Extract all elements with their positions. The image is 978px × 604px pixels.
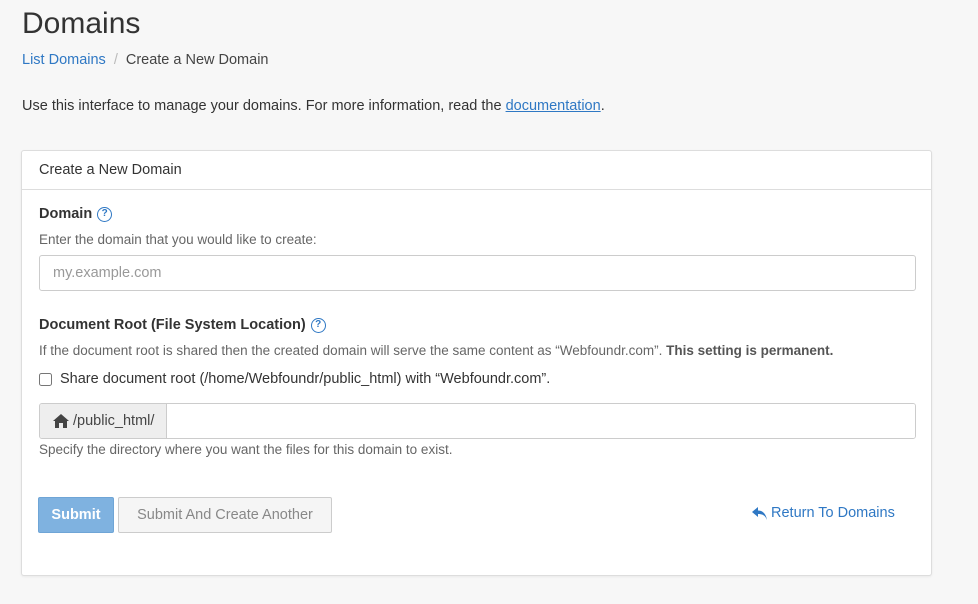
docroot-input[interactable] — [167, 404, 915, 438]
intro-text-end: . — [600, 98, 605, 114]
docroot-hint: Specify the directory where you want the… — [39, 442, 453, 457]
breadcrumb-separator: / — [113, 52, 118, 68]
docroot-help-prefix: If the document root is shared then the … — [39, 343, 667, 358]
docroot-prefix-addon: /public_html/ — [40, 404, 168, 438]
create-domain-panel: Create a New Domain Domain ? Enter the d… — [21, 150, 932, 576]
page-title: Domains — [22, 7, 141, 40]
panel-heading: Create a New Domain — [22, 151, 931, 190]
share-docroot-checkbox[interactable] — [39, 372, 52, 386]
breadcrumb: List Domains / Create a New Domain — [22, 50, 269, 70]
intro-text: Use this interface to manage your domain… — [22, 96, 605, 116]
submit-and-create-another-button[interactable]: Submit And Create Another — [118, 497, 332, 533]
submit-button[interactable]: Submit — [38, 497, 114, 533]
domain-label-row: Domain ? — [39, 206, 113, 222]
home-icon — [53, 414, 73, 428]
question-circle-icon[interactable]: ? — [310, 317, 326, 333]
return-to-domains-label: Return To Domains — [771, 505, 895, 521]
share-docroot-row[interactable]: Share document root (/home/Webfoundr/pub… — [39, 371, 550, 387]
question-circle-icon[interactable]: ? — [97, 206, 113, 222]
reply-arrow-icon — [752, 506, 771, 520]
breadcrumb-current: Create a New Domain — [125, 52, 269, 68]
share-docroot-label: Share document root (/home/Webfoundr/pub… — [60, 371, 551, 387]
documentation-link[interactable]: documentation — [506, 98, 601, 114]
domain-input[interactable] — [39, 255, 916, 291]
return-to-domains-link[interactable]: Return To Domains — [752, 505, 895, 521]
docroot-label-row: Document Root (File System Location) ? — [39, 317, 326, 333]
domain-label: Domain — [39, 206, 93, 222]
docroot-prefix-text: /public_html/ — [73, 413, 155, 429]
domain-help-text: Enter the domain that you would like to … — [39, 232, 317, 247]
docroot-input-group: /public_html/ — [39, 403, 916, 439]
breadcrumb-list-domains[interactable]: List Domains — [22, 50, 106, 70]
docroot-label: Document Root (File System Location) — [39, 317, 306, 333]
intro-text-body: Use this interface to manage your domain… — [22, 98, 506, 114]
docroot-help-permanent: This setting is permanent. — [666, 343, 834, 358]
docroot-help-text: If the document root is shared then the … — [39, 343, 833, 358]
